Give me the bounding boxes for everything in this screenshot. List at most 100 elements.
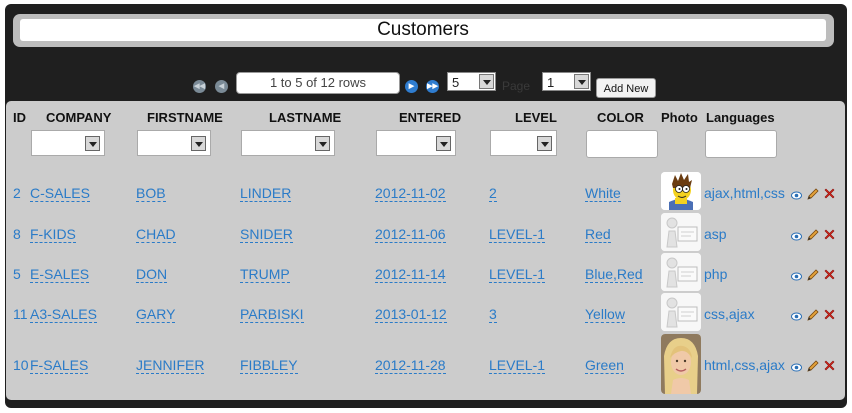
cell-languages: css,ajax xyxy=(704,306,755,322)
page-size-value: 5 xyxy=(452,75,460,90)
delete-icon[interactable] xyxy=(823,268,836,281)
edit-icon[interactable] xyxy=(806,308,820,322)
header-color[interactable]: COLOR xyxy=(597,110,644,125)
header-languages: Languages xyxy=(706,110,775,125)
color-filter[interactable] xyxy=(586,130,658,158)
edit-icon[interactable] xyxy=(806,228,820,242)
avatar xyxy=(661,293,701,331)
cell-color[interactable]: Green xyxy=(585,357,624,374)
cell-company[interactable]: F-SALES xyxy=(30,357,89,374)
view-icon[interactable] xyxy=(791,308,802,321)
cell-firstname[interactable]: JENNIFER xyxy=(136,357,205,374)
delete-icon[interactable] xyxy=(823,308,836,321)
header-lastname[interactable]: LASTNAME xyxy=(269,110,341,125)
header-photo: Photo xyxy=(661,110,698,125)
cell-level[interactable]: 2 xyxy=(489,185,497,202)
cell-lastname[interactable]: PARBISKI xyxy=(240,306,304,323)
edit-icon[interactable] xyxy=(806,268,820,282)
placeholder-avatar-icon xyxy=(661,213,701,251)
avatar xyxy=(661,172,701,210)
view-icon[interactable] xyxy=(791,268,802,281)
chevron-down-icon xyxy=(85,136,100,151)
edit-icon[interactable] xyxy=(806,187,820,201)
delete-icon[interactable] xyxy=(823,359,836,372)
first-page-icon[interactable]: ◀◀ xyxy=(193,80,206,93)
page-value: 1 xyxy=(547,75,555,90)
cell-color[interactable]: White xyxy=(585,185,621,202)
prev-page-icon[interactable]: ◀ xyxy=(215,80,228,93)
avatar xyxy=(661,213,701,251)
title-bar: Customers xyxy=(13,14,834,47)
cell-languages: ajax,html,css xyxy=(704,185,785,201)
cell-level[interactable]: LEVEL-1 xyxy=(489,226,546,243)
row-actions xyxy=(791,187,841,201)
cell-firstname[interactable]: CHAD xyxy=(136,226,176,243)
row-actions xyxy=(791,228,841,242)
chevron-down-icon xyxy=(574,74,589,89)
cell-id: 8 xyxy=(13,226,21,242)
cell-company[interactable]: A3-SALES xyxy=(30,306,97,323)
cell-lastname[interactable]: TRUMP xyxy=(240,266,290,283)
view-icon[interactable] xyxy=(791,359,802,372)
view-icon[interactable] xyxy=(791,187,802,200)
cell-level[interactable]: 3 xyxy=(489,306,497,323)
cell-id: 11 xyxy=(13,306,28,322)
cell-color[interactable]: Blue,Red xyxy=(585,266,643,283)
view-icon[interactable] xyxy=(791,228,802,241)
cell-lastname[interactable]: LINDER xyxy=(240,185,292,202)
chevron-down-icon xyxy=(537,136,552,151)
avatar xyxy=(661,253,701,291)
header-level[interactable]: LEVEL xyxy=(515,110,557,125)
cell-languages: html,css,ajax xyxy=(704,357,785,373)
add-new-button[interactable]: Add New xyxy=(596,78,656,98)
row-actions xyxy=(791,359,841,373)
row-actions xyxy=(791,268,841,282)
delete-icon[interactable] xyxy=(823,187,836,200)
placeholder-avatar-icon xyxy=(661,293,701,331)
cell-id: 2 xyxy=(13,185,21,201)
chevron-down-icon xyxy=(436,136,451,151)
firstname-filter[interactable] xyxy=(137,130,211,156)
page-title: Customers xyxy=(20,19,826,41)
cell-level[interactable]: LEVEL-1 xyxy=(489,266,546,283)
cell-level[interactable]: LEVEL-1 xyxy=(489,357,546,374)
cell-lastname[interactable]: SNIDER xyxy=(240,226,293,243)
level-filter[interactable] xyxy=(490,130,557,156)
avatar xyxy=(661,334,701,394)
page-size-select[interactable]: 5 xyxy=(447,72,496,91)
cell-firstname[interactable]: BOB xyxy=(136,185,166,202)
cell-entered[interactable]: 2013-01-12 xyxy=(375,306,447,323)
cell-firstname[interactable]: DON xyxy=(136,266,168,283)
page-select[interactable]: 1 xyxy=(542,72,591,91)
row-actions xyxy=(791,308,841,322)
next-page-icon[interactable]: ▶ xyxy=(405,80,418,93)
delete-icon[interactable] xyxy=(823,228,836,241)
header-company[interactable]: COMPANY xyxy=(46,110,111,125)
header-entered[interactable]: ENTERED xyxy=(399,110,461,125)
cell-entered[interactable]: 2012-11-28 xyxy=(375,357,446,374)
edit-icon[interactable] xyxy=(806,359,820,373)
header-firstname[interactable]: FIRSTNAME xyxy=(147,110,223,125)
cell-entered[interactable]: 2012-11-02 xyxy=(375,185,446,202)
languages-filter[interactable] xyxy=(705,130,777,158)
cell-company[interactable]: F-KIDS xyxy=(30,226,76,243)
portrait-photo-icon xyxy=(661,334,701,394)
cell-color[interactable]: Red xyxy=(585,226,611,243)
last-page-icon[interactable]: ▶▶ xyxy=(426,80,439,93)
chevron-down-icon xyxy=(191,136,206,151)
cell-languages: php xyxy=(704,266,728,282)
lastname-filter[interactable] xyxy=(241,130,335,156)
cell-id: 10 xyxy=(13,357,29,373)
cell-color[interactable]: Yellow xyxy=(585,306,625,323)
chevron-down-icon xyxy=(315,136,330,151)
company-filter[interactable] xyxy=(31,130,105,156)
cell-company[interactable]: E-SALES xyxy=(30,266,90,283)
cartoon-avatar-icon xyxy=(661,172,701,210)
cell-firstname[interactable]: GARY xyxy=(136,306,176,323)
cell-company[interactable]: C-SALES xyxy=(30,185,90,202)
entered-filter[interactable] xyxy=(376,130,456,156)
cell-entered[interactable]: 2012-11-06 xyxy=(375,226,446,243)
page-label: Page xyxy=(502,79,531,93)
cell-lastname[interactable]: FIBBLEY xyxy=(240,357,298,374)
cell-entered[interactable]: 2012-11-14 xyxy=(375,266,446,283)
